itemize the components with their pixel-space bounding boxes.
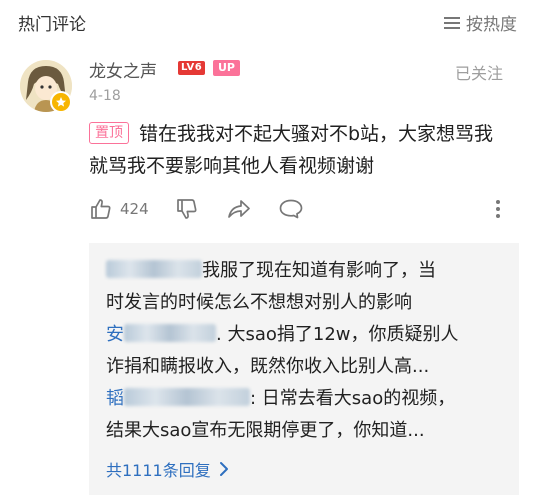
reply-text: 诈捐和瞒报收入，既然你收入比别人高... — [106, 356, 430, 377]
comment-actions: 424 — [89, 197, 519, 225]
reply-text: 结果大sao宣布无限期停更了，你知道... — [106, 420, 425, 441]
reply-username[interactable]: 安 — [106, 324, 124, 345]
reply-text: : 日常去看大sao的视频， — [250, 388, 456, 409]
up-badge: UP — [213, 60, 240, 76]
replies-preview[interactable]: 我服了现在知道有影响了，当 时发言的时候怎么不想想对别人的影响 安 . 大sao捐… — [89, 243, 519, 495]
reply-item[interactable]: 我服了现在知道有影响了，当 时发言的时候怎么不想想对别人的影响 — [106, 255, 506, 319]
reply-text: . 大sao捐了12w，你质疑别人 — [216, 324, 459, 345]
blurred-username — [106, 260, 202, 278]
pinned-badge: 置顶 — [89, 122, 129, 144]
sort-button[interactable]: 按热度 — [444, 10, 517, 35]
level-badge: LV6 — [178, 61, 206, 75]
more-icon — [496, 200, 500, 218]
share-icon — [228, 200, 250, 218]
reply-text: 我服了现在知道有影响了，当 — [202, 260, 436, 281]
reply-text: 时发言的时候怎么不想想对别人的影响 — [106, 292, 412, 313]
avatar-badge-icon — [50, 91, 72, 113]
like-count: 424 — [120, 200, 149, 218]
follow-button[interactable]: 已关注 — [455, 60, 503, 84]
comment-body: 置顶 错在我我对不起大骚对不b站，大家想骂我就骂我不要影响其他人看视频谢谢 — [89, 118, 509, 182]
reply-icon — [279, 199, 303, 219]
reply-item[interactable]: 韬 : 日常去看大sao的视频， 结果大sao宣布无限期停更了，你知道... — [106, 383, 506, 447]
thumbs-up-icon — [91, 199, 111, 219]
blurred-username — [124, 324, 216, 342]
chevron-right-icon — [219, 462, 228, 476]
dislike-button[interactable] — [175, 197, 199, 221]
more-options-button[interactable] — [493, 197, 503, 221]
section-title: 热门评论 — [18, 15, 86, 35]
username[interactable]: 龙女之声 — [89, 57, 157, 82]
sort-label: 按热度 — [466, 15, 517, 35]
reply-item[interactable]: 安 . 大sao捐了12w，你质疑别人 诈捐和瞒报收入，既然你收入比别人高... — [106, 319, 506, 383]
comment-text: 错在我我对不起大骚对不b站，大家想骂我就骂我不要影响其他人看视频谢谢 — [89, 123, 494, 177]
blurred-username — [124, 388, 250, 406]
menu-icon — [444, 16, 460, 29]
comment-date: 4-18 — [89, 88, 121, 104]
like-button[interactable]: 424 — [89, 197, 149, 221]
view-all-replies-link[interactable]: 共1111条回复 — [106, 457, 229, 481]
share-button[interactable] — [226, 197, 252, 221]
reply-button[interactable] — [278, 197, 304, 221]
thumbs-down-icon — [177, 199, 197, 219]
replies-count-label: 共1111条回复 — [106, 461, 211, 480]
reply-username[interactable]: 韬 — [106, 388, 124, 409]
